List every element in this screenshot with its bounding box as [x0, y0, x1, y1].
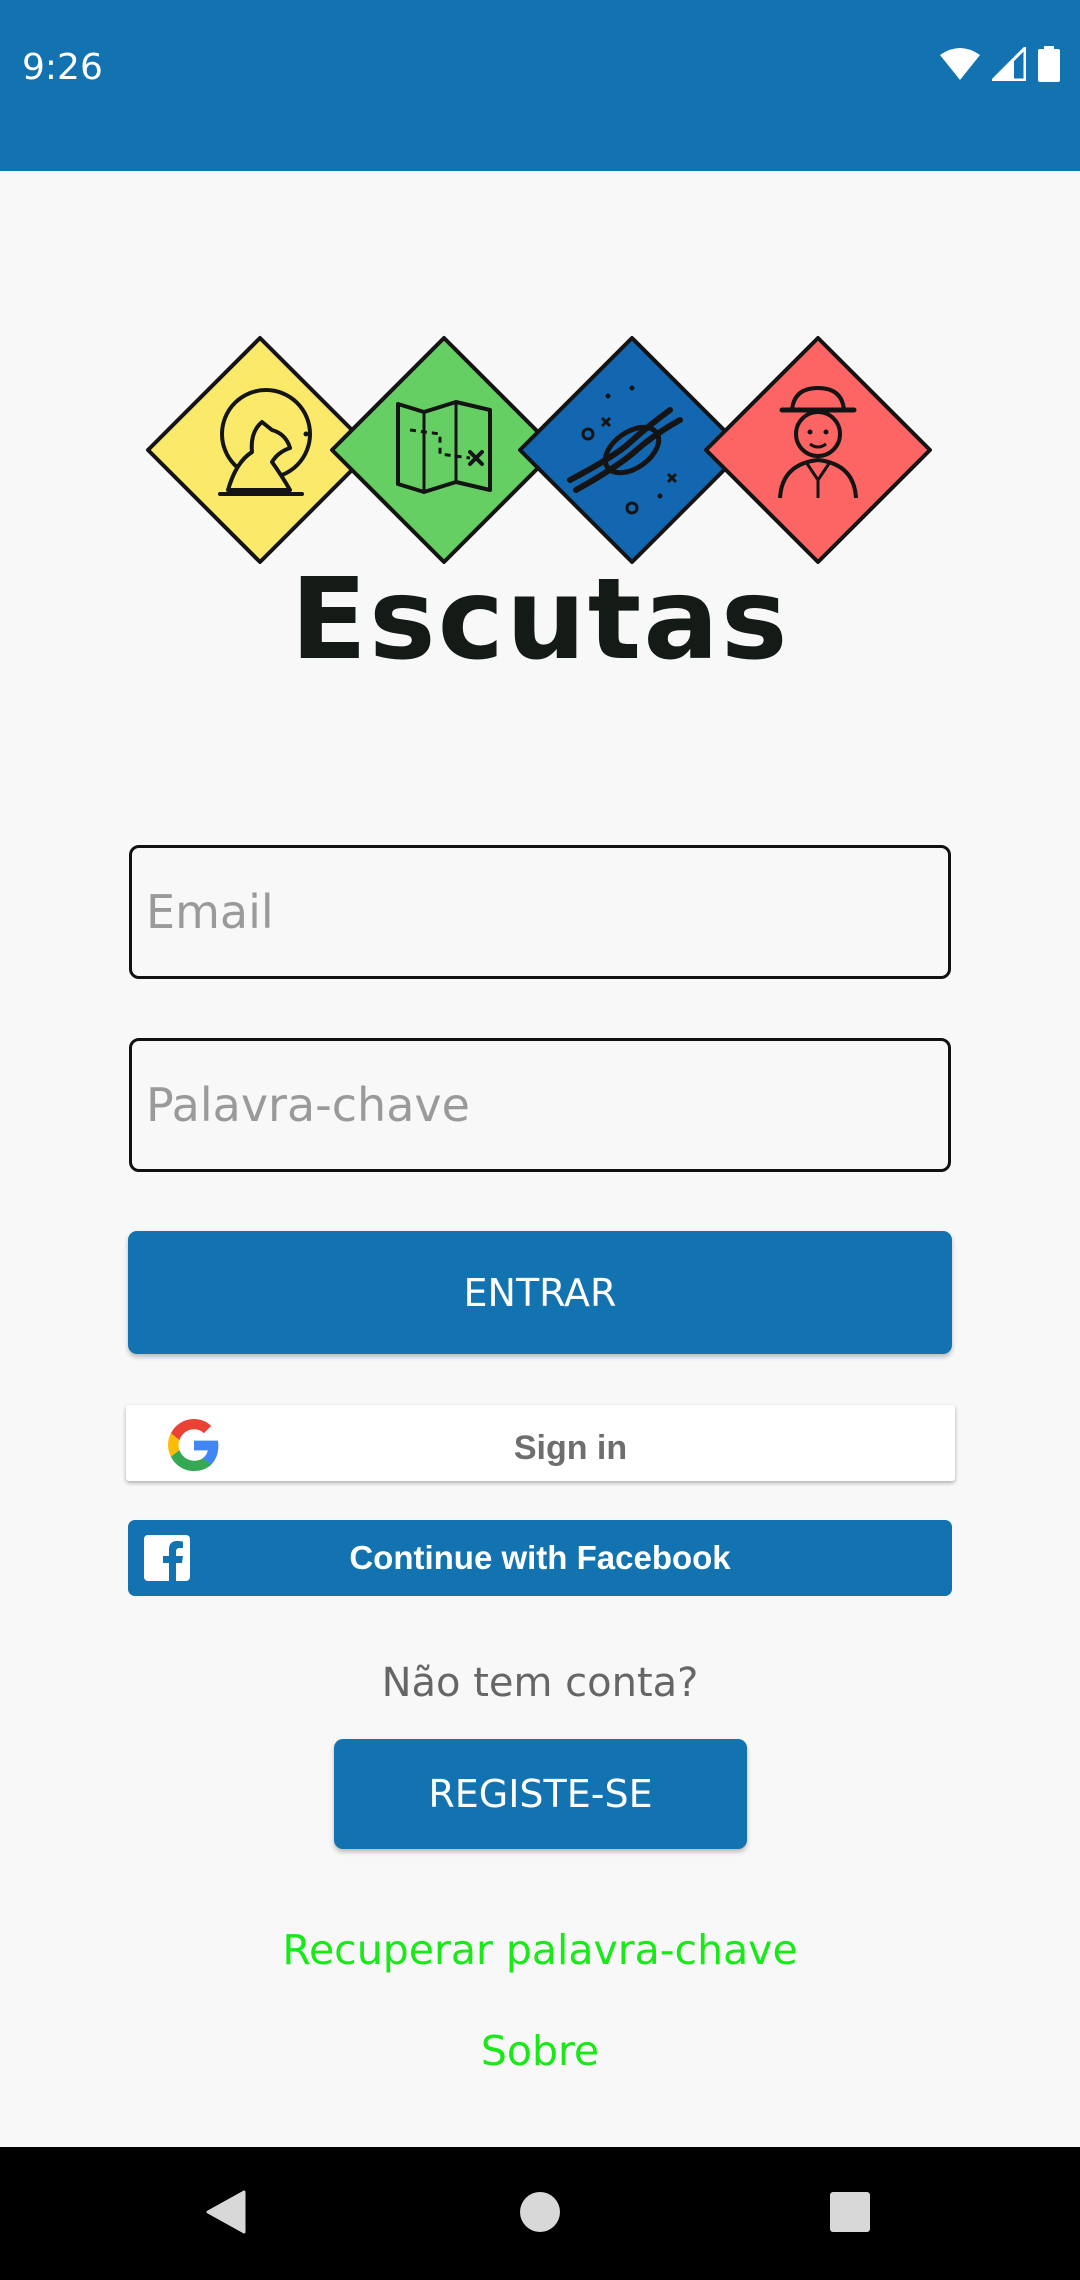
google-sign-in-label: Sign in [513, 1429, 628, 1467]
about-link[interactable]: Sobre [0, 2023, 1080, 2079]
app-logo [140, 330, 940, 570]
recent-apps-button[interactable] [780, 2147, 920, 2280]
login-button[interactable]: ENTRAR [128, 1231, 952, 1354]
system-nav-bar [0, 2147, 1080, 2280]
login-screen: 9:26 Escutas Email ENTRAR Sign in Contin… [0, 0, 1080, 2280]
facebook-login-button[interactable]: Continue with Facebook [128, 1520, 952, 1596]
scout-person-icon [704, 336, 932, 564]
status-icons [940, 44, 1060, 86]
google-sign-in-button[interactable]: Sign in [126, 1405, 955, 1481]
back-button[interactable] [156, 2147, 296, 2280]
password-field[interactable] [129, 1038, 951, 1172]
status-bar: 9:26 [0, 0, 1080, 171]
email-field[interactable] [129, 845, 951, 979]
register-button[interactable]: REGISTE-SE [334, 1739, 747, 1849]
home-button[interactable] [470, 2147, 610, 2280]
app-title: Escutas [290, 555, 790, 685]
status-time: 9:26 [22, 47, 103, 88]
back-icon [206, 2190, 246, 2238]
cell-signal-icon [989, 44, 1027, 85]
home-icon [519, 2191, 561, 2237]
facebook-login-label: Continue with Facebook [349, 1539, 731, 1576]
no-account-prompt: Não tem conta? [381, 1660, 699, 1706]
battery-icon [1038, 46, 1060, 86]
wifi-icon [940, 47, 980, 85]
recent-apps-icon [829, 2191, 871, 2237]
recover-password-link[interactable]: Recuperar palavra-chave [0, 1922, 1080, 1978]
